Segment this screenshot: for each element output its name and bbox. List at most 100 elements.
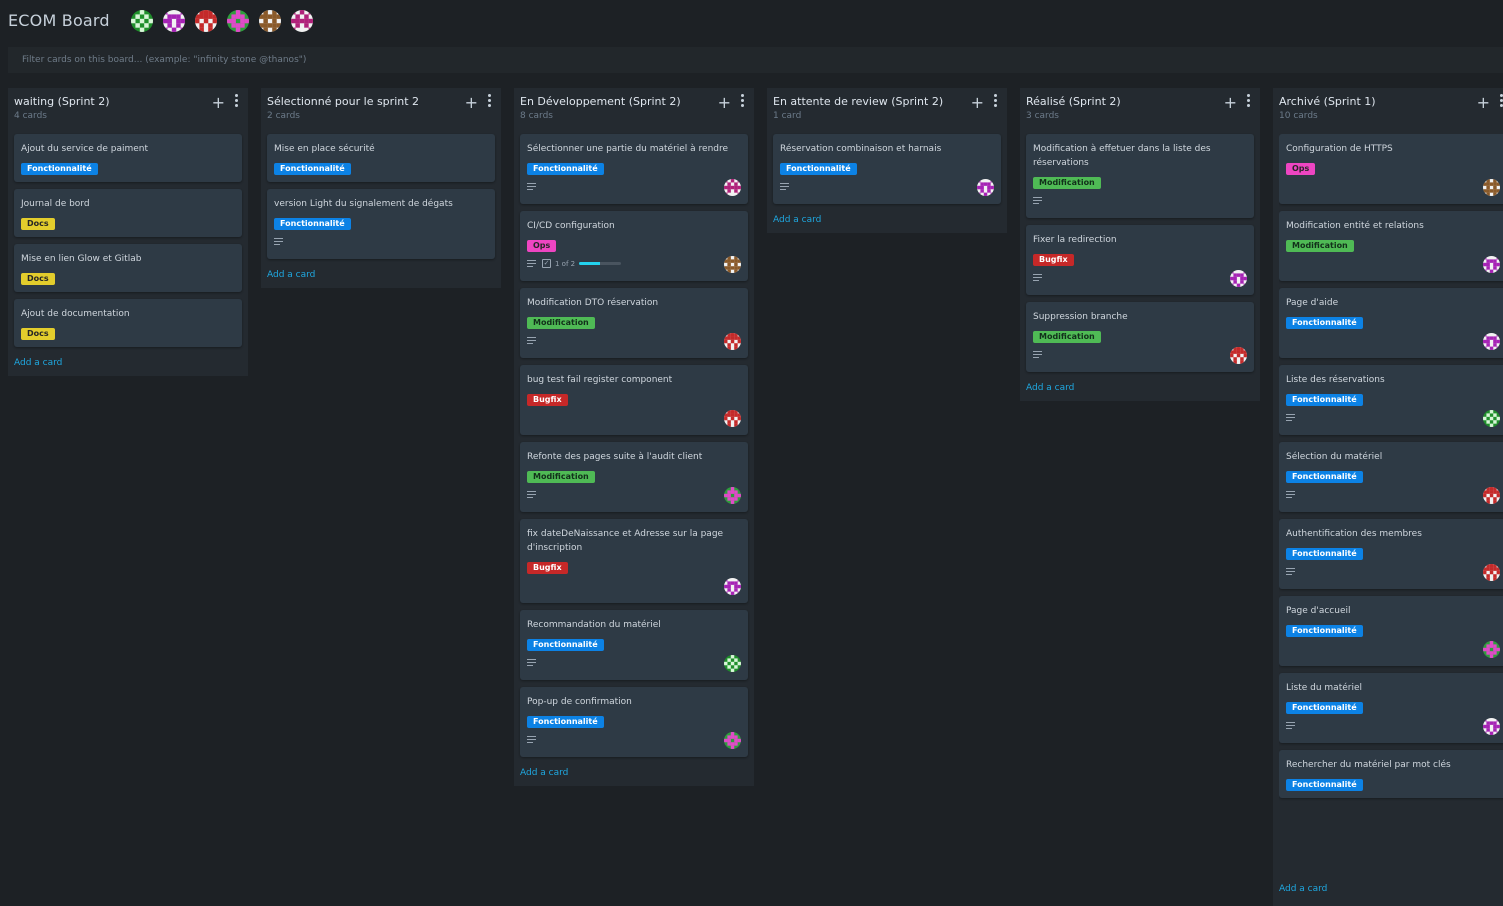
add-card-plus-icon[interactable]: + xyxy=(212,93,225,112)
list-title[interactable]: Sélectionné pour le sprint 2 xyxy=(267,95,419,108)
list-title[interactable]: En attente de review (Sprint 2) xyxy=(773,95,943,108)
purple-avatar-member-icon[interactable] xyxy=(163,10,185,32)
card-label: Bugfix xyxy=(527,394,568,406)
add-card-plus-icon[interactable]: + xyxy=(465,93,478,112)
green-avatar-member-icon[interactable] xyxy=(131,10,153,32)
add-card-link[interactable]: Add a card xyxy=(267,270,495,282)
card[interactable]: Modification à effetuer dans la liste de… xyxy=(1026,134,1254,218)
card[interactable]: Mise en place sécurité Fonctionnalité xyxy=(267,134,495,182)
board-members xyxy=(131,10,323,32)
member-avatar-icon[interactable] xyxy=(1483,179,1500,196)
pink-green-avatar-member-icon[interactable] xyxy=(227,10,249,32)
add-card-link[interactable]: Add a card xyxy=(1279,884,1503,896)
list-menu-icon[interactable] xyxy=(739,94,745,108)
member-avatar-icon[interactable] xyxy=(1483,641,1500,658)
card-scroll-area[interactable]: Configuration de HTTPS Ops Modification en… xyxy=(1279,134,1503,873)
list-menu-icon[interactable] xyxy=(1245,94,1251,108)
card-container: Ajout du service de paiment Fonctionnalit… xyxy=(14,134,242,347)
card[interactable]: Mise en lien Glow et Gitlab Docs xyxy=(14,244,242,292)
card[interactable]: Ajout du service de paiment Fonctionnalit… xyxy=(14,134,242,182)
card[interactable]: CI/CD configuration Ops ✓ 1 of 2 xyxy=(520,211,748,281)
member-avatar-icon[interactable] xyxy=(1483,333,1500,350)
card[interactable]: Sélection du matériel Fonctionnalité xyxy=(1279,442,1503,512)
card-title: Réservation combinaison et harnais xyxy=(780,144,942,154)
card[interactable]: Réservation combinaison et harnais Foncti… xyxy=(773,134,1001,204)
member-avatar-icon[interactable] xyxy=(1483,564,1500,581)
checklist-count: 1 of 2 xyxy=(555,259,576,268)
member-avatar-icon[interactable] xyxy=(1483,256,1500,273)
list-menu-icon[interactable] xyxy=(486,94,492,108)
add-card-link[interactable]: Add a card xyxy=(14,358,242,370)
list-title[interactable]: waiting (Sprint 2) xyxy=(14,95,110,108)
card[interactable]: bug test fail register component Bugfix xyxy=(520,365,748,435)
add-card-plus-icon[interactable]: + xyxy=(971,93,984,112)
card-title: Page d'aide xyxy=(1286,298,1339,308)
card-title: Ajout du service de paiment xyxy=(21,144,149,154)
card[interactable]: Page d'accueil Fonctionnalité xyxy=(1279,596,1503,666)
card[interactable]: Authentification des membres Fonctionnali… xyxy=(1279,519,1503,589)
add-card-link[interactable]: Add a card xyxy=(520,768,748,780)
card[interactable]: Liste du matériel Fonctionnalité xyxy=(1279,673,1503,743)
card[interactable]: fix dateDeNaissance et Adresse sur la pa… xyxy=(520,519,748,603)
magenta-avatar-member-icon[interactable] xyxy=(291,10,313,32)
list-menu-icon[interactable] xyxy=(233,94,239,108)
card-badges: ✓ 1 of 2 xyxy=(527,256,741,274)
card-label: Bugfix xyxy=(527,562,568,574)
filter-input[interactable] xyxy=(8,47,1503,73)
member-avatar-icon[interactable] xyxy=(724,256,741,273)
member-avatar-icon[interactable] xyxy=(977,179,994,196)
add-card-plus-icon[interactable]: + xyxy=(1477,93,1490,112)
card-label: Fonctionnalité xyxy=(1286,702,1363,714)
add-card-plus-icon[interactable]: + xyxy=(1224,93,1237,112)
card-label: Fonctionnalité xyxy=(1286,779,1363,791)
member-avatar-icon[interactable] xyxy=(1483,410,1500,427)
add-card-plus-icon[interactable]: + xyxy=(718,93,731,112)
list-menu-icon[interactable] xyxy=(1498,94,1503,108)
card[interactable]: Recommandation du matériel Fonctionnalité xyxy=(520,610,748,680)
member-avatar-icon[interactable] xyxy=(724,410,741,427)
member-avatar-icon[interactable] xyxy=(724,655,741,672)
card-badges xyxy=(527,487,741,505)
card[interactable]: Refonte des pages suite à l'audit client… xyxy=(520,442,748,512)
member-avatar-icon[interactable] xyxy=(1230,347,1247,364)
add-card-link[interactable]: Add a card xyxy=(1026,383,1254,395)
card-title: Authentification des membres xyxy=(1286,529,1422,539)
card[interactable]: Fixer la redirection Bugfix xyxy=(1026,225,1254,295)
list-title[interactable]: Archivé (Sprint 1) xyxy=(1279,95,1376,108)
card[interactable]: Sélectionner une partie du matériel à re… xyxy=(520,134,748,204)
card-badges xyxy=(1033,270,1247,288)
card-container: Réservation combinaison et harnais Foncti… xyxy=(773,134,1001,204)
card[interactable]: Modification entité et relations Modifica… xyxy=(1279,211,1503,281)
card[interactable]: Liste des réservations Fonctionnalité xyxy=(1279,365,1503,435)
card[interactable]: Modification DTO réservation Modification xyxy=(520,288,748,358)
list-title[interactable]: En Développement (Sprint 2) xyxy=(520,95,681,108)
member-avatar-icon[interactable] xyxy=(1483,718,1500,735)
member-avatar-icon[interactable] xyxy=(724,732,741,749)
member-avatar-icon[interactable] xyxy=(724,179,741,196)
member-avatar-icon[interactable] xyxy=(724,487,741,504)
board-title[interactable]: ECOM Board xyxy=(8,11,110,30)
member-avatar-icon[interactable] xyxy=(724,333,741,350)
list-menu-icon[interactable] xyxy=(992,94,998,108)
card[interactable]: Pop-up de confirmation Fonctionnalité xyxy=(520,687,748,757)
card-badges xyxy=(527,655,741,673)
list-title[interactable]: Réalisé (Sprint 2) xyxy=(1026,95,1121,108)
card[interactable]: version Light du signalement de dégats Fo… xyxy=(267,189,495,259)
list-card-count: 2 cards xyxy=(267,111,300,121)
member-avatar-icon[interactable] xyxy=(724,578,741,595)
member-avatar-icon[interactable] xyxy=(1483,487,1500,504)
member-avatar-icon[interactable] xyxy=(1230,270,1247,287)
list-header: Archivé (Sprint 1) 10 cards + xyxy=(1279,88,1503,134)
card[interactable]: Journal de bord Docs xyxy=(14,189,242,237)
description-icon xyxy=(527,260,536,268)
add-card-link[interactable]: Add a card xyxy=(773,215,1001,227)
card-title: Configuration de HTTPS xyxy=(1286,144,1393,154)
description-icon xyxy=(1033,274,1042,282)
card[interactable]: Page d'aide Fonctionnalité xyxy=(1279,288,1503,358)
brown-avatar-member-icon[interactable] xyxy=(259,10,281,32)
red-avatar-member-icon[interactable] xyxy=(195,10,217,32)
card[interactable]: Configuration de HTTPS Ops xyxy=(1279,134,1503,204)
card[interactable]: Ajout de documentation Docs xyxy=(14,299,242,347)
card[interactable]: Rechercher du matériel par mot clés Fonct… xyxy=(1279,750,1503,798)
card[interactable]: Suppression branche Modification xyxy=(1026,302,1254,372)
